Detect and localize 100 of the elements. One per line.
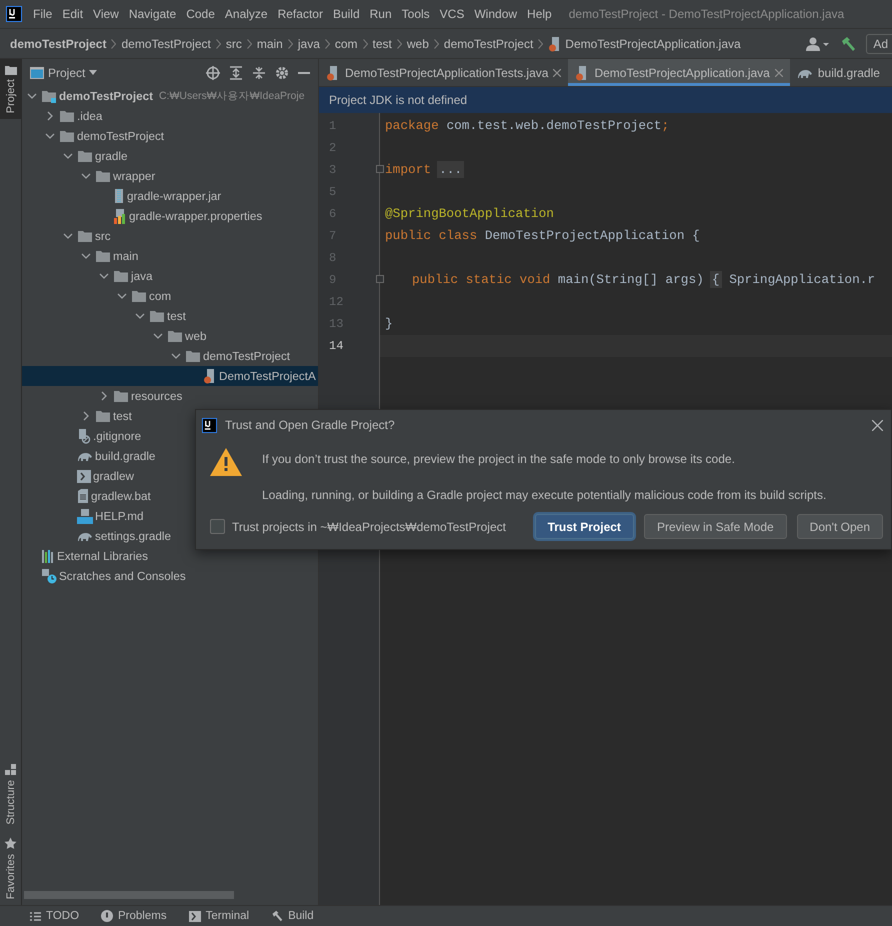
tool-window-button[interactable]: Build: [271, 910, 314, 922]
chevron-right-icon[interactable]: [81, 411, 91, 421]
close-button[interactable]: [872, 420, 883, 430]
tree-item[interactable]: gradle-wrapper.jar: [22, 186, 318, 206]
editor-tab[interactable]: DemoTestProjectApplication.java: [568, 59, 790, 86]
menu-item[interactable]: Help: [522, 7, 557, 21]
fold-icon[interactable]: [376, 275, 384, 283]
tree-item[interactable]: demoTestProject: [22, 346, 318, 366]
primary-button[interactable]: Trust Project: [534, 514, 634, 539]
breadcrumb-item[interactable]: java: [298, 36, 320, 50]
user-icon[interactable]: [806, 36, 830, 50]
breadcrumb-item[interactable]: demoTestProject: [10, 36, 106, 50]
menu-item[interactable]: VCS: [434, 7, 470, 21]
tool-window-tab[interactable]: Project: [0, 59, 21, 120]
chevron-right-icon: [246, 38, 252, 48]
chevron-down-icon[interactable]: [153, 331, 163, 341]
menu-item[interactable]: Window: [469, 7, 522, 21]
terminal-icon: [188, 910, 201, 922]
fold-icon[interactable]: [376, 165, 384, 173]
menu-item[interactable]: Code: [181, 7, 220, 21]
chevron-right-icon[interactable]: [99, 391, 109, 401]
menu-item[interactable]: Tools: [396, 7, 435, 21]
breadcrumb-item[interactable]: com: [334, 36, 358, 50]
chevron-down-icon[interactable]: [63, 231, 73, 241]
dialog-button[interactable]: Don't Open: [796, 514, 883, 539]
tree-item[interactable]: demoTestProject C:₩Users₩사용자₩IdeaProje: [22, 86, 318, 106]
chevron-right-icon[interactable]: [45, 111, 55, 121]
tree-item[interactable]: web: [22, 326, 318, 346]
menu-item[interactable]: View: [88, 7, 124, 21]
tree-item[interactable]: gradle: [22, 146, 318, 166]
chevron-down-icon[interactable]: [135, 311, 145, 321]
project-path: C:₩Users₩사용자₩IdeaProje: [158, 89, 305, 103]
chevron-down-icon[interactable]: [63, 151, 73, 161]
menu-item[interactable]: Navigate: [124, 7, 182, 21]
tool-window-button[interactable]: Problems: [101, 910, 167, 922]
tree-item[interactable]: Scratches and Consoles: [22, 566, 318, 586]
chevron-down-icon[interactable]: [81, 171, 91, 181]
window-icon: [30, 66, 44, 78]
archive-icon: [113, 188, 125, 204]
tree-item[interactable]: gradle-wrapper.properties: [22, 206, 318, 226]
chevron-down-icon[interactable]: [171, 351, 181, 361]
breadcrumb-item[interactable]: test: [372, 36, 392, 50]
menu-item[interactable]: File: [28, 7, 58, 21]
close-icon[interactable]: [774, 68, 783, 76]
tree-item[interactable]: .idea: [22, 106, 318, 126]
tree-item[interactable]: java: [22, 266, 318, 286]
tool-window-button[interactable]: Terminal: [188, 910, 250, 922]
menu-item[interactable]: Build: [328, 7, 365, 21]
tool-window-tab[interactable]: Structure: [0, 758, 21, 831]
tree-item[interactable]: gradlew: [22, 466, 318, 486]
menu-item[interactable]: Analyze: [220, 7, 273, 21]
tree-item[interactable]: com: [22, 286, 318, 306]
close-icon[interactable]: [553, 68, 562, 76]
tree-item[interactable]: wrapper: [22, 166, 318, 186]
warning-icon: [210, 448, 242, 476]
tree-item[interactable]: demoTestProject: [22, 126, 318, 146]
tree-item[interactable]: test: [22, 306, 318, 326]
breadcrumb-item[interactable]: web: [406, 36, 429, 50]
structure-icon: [4, 764, 16, 776]
hammer-icon[interactable]: [840, 36, 856, 52]
tree-item[interactable]: src: [22, 226, 318, 246]
trust-checkbox[interactable]: Trust projects in ~₩IdeaProjects₩demoTestProject: [210, 519, 506, 534]
folder-icon: [113, 269, 129, 283]
folder-icon: [41, 89, 57, 103]
window-title: demoTestProject - DemoTestProjectApplication.java: [568, 7, 844, 21]
folder-icon: [149, 309, 165, 323]
breadcrumb-item[interactable]: main: [256, 36, 283, 50]
tree-item[interactable]: main: [22, 246, 318, 266]
tree-item[interactable]: External Libraries: [22, 546, 318, 566]
chevron-down-icon[interactable]: [27, 91, 37, 101]
collapse-all-icon[interactable]: [252, 66, 266, 80]
tool-window-tab[interactable]: Favorites: [0, 830, 21, 905]
chevron-down-icon[interactable]: [81, 251, 91, 261]
folder-icon: [131, 289, 147, 303]
dialog-button[interactable]: Preview in Safe Mode: [644, 514, 787, 539]
crosshair-icon[interactable]: [206, 66, 220, 80]
editor-tab[interactable]: DemoTestProjectApplicationTests.java: [319, 59, 568, 86]
editor-tab[interactable]: build.gradle: [790, 59, 887, 86]
minimize-icon[interactable]: [298, 72, 310, 74]
breadcrumb-item[interactable]: DemoTestProjectApplication.java: [548, 36, 741, 52]
expand-all-icon[interactable]: [229, 66, 243, 80]
project-view-dropdown[interactable]: Project: [30, 66, 98, 80]
breadcrumb-item[interactable]: demoTestProject: [121, 36, 211, 50]
tree-item[interactable]: DemoTestProjectA: [22, 366, 318, 386]
run-config-button[interactable]: Ad: [866, 34, 892, 54]
menu-item[interactable]: Refactor: [272, 7, 328, 21]
folder-icon: [77, 149, 93, 163]
settings-icon[interactable]: [275, 66, 289, 80]
menu-item[interactable]: Run: [364, 7, 397, 21]
chevron-down-icon[interactable]: [117, 291, 127, 301]
chevron-down-icon[interactable]: [45, 131, 55, 141]
code-line: }: [384, 315, 394, 333]
tree-item[interactable]: resources: [22, 386, 318, 406]
chevron-down-icon[interactable]: [99, 271, 109, 281]
breadcrumb-item[interactable]: src: [226, 36, 242, 50]
scrollbar[interactable]: [24, 891, 234, 899]
menu-item[interactable]: Edit: [57, 7, 88, 21]
list-icon: [30, 912, 41, 920]
tool-window-button[interactable]: TODO: [30, 910, 80, 922]
breadcrumb-item[interactable]: demoTestProject: [444, 36, 534, 50]
